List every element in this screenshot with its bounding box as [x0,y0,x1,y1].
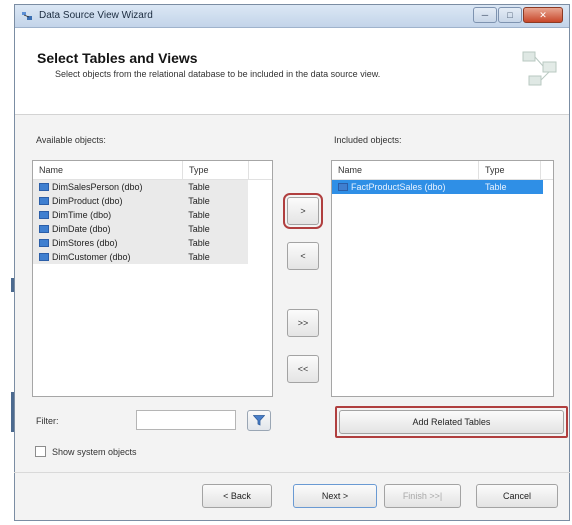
filter-funnel-icon [253,415,265,426]
table-row[interactable]: DimProduct (dbo) Table [33,194,248,208]
footer-divider [14,472,570,473]
page-title: Select Tables and Views [37,50,198,66]
row-type: Table [188,182,210,192]
back-button[interactable]: < Back [202,484,272,508]
finish-button[interactable]: Finish >>| [384,484,461,508]
row-name: FactProductSales (dbo) [351,182,446,192]
row-name: DimDate (dbo) [52,224,111,234]
available-rows: DimSalesPerson (dbo) Table DimProduct (dbo… [33,180,248,264]
table-icon [39,211,49,219]
column-header-type[interactable]: Type [479,161,541,179]
column-header-name[interactable]: Name [332,161,479,179]
window-title: Data Source View Wizard [39,10,153,21]
included-list-header: Name Type [332,161,553,180]
row-name-cell: DimProduct (dbo) [33,196,182,206]
row-name: DimStores (dbo) [52,238,118,248]
background-window-edge [0,20,14,525]
table-icon [39,183,49,191]
row-name-cell: DimDate (dbo) [33,224,182,234]
cancel-button[interactable]: Cancel [476,484,558,508]
available-objects-label: Available objects: [36,135,106,145]
row-name-cell: DimSalesPerson (dbo) [33,182,182,192]
table-row[interactable]: FactProductSales (dbo) Table [332,180,543,194]
available-list-header: Name Type [33,161,272,180]
row-type: Table [188,210,210,220]
row-type: Table [188,238,210,248]
row-name-cell: FactProductSales (dbo) [332,182,479,192]
show-system-objects-label: Show system objects [52,447,137,457]
table-icon [39,253,49,261]
table-row[interactable]: DimStores (dbo) Table [33,236,248,250]
show-system-objects-checkbox[interactable] [35,446,46,457]
row-name: DimCustomer (dbo) [52,252,131,262]
table-icon [338,183,348,191]
table-icon [39,197,49,205]
table-row[interactable]: DimTime (dbo) Table [33,208,248,222]
maximize-button[interactable]: □ [498,7,522,23]
included-objects-list[interactable]: Name Type FactProductSales (dbo) Table [331,160,554,397]
table-row[interactable]: DimSalesPerson (dbo) Table [33,180,248,194]
included-rows: FactProductSales (dbo) Table [332,180,543,194]
table-row[interactable]: DimDate (dbo) Table [33,222,248,236]
column-header-type[interactable]: Type [183,161,249,179]
table-icon [39,239,49,247]
minimize-icon: ─ [481,10,489,20]
row-type: Table [485,182,507,192]
close-button[interactable]: ✕ [523,7,563,23]
data-source-graphic-icon [522,51,557,86]
title-bar[interactable]: Data Source View Wizard ─ □ ✕ [15,5,569,28]
maximize-icon: □ [507,10,513,20]
minimize-button[interactable]: ─ [473,7,497,23]
column-header-name[interactable]: Name [33,161,183,179]
add-all-button[interactable]: >> [287,309,319,337]
add-related-tables-button[interactable]: Add Related Tables [339,410,564,434]
row-name-cell: DimCustomer (dbo) [33,252,182,262]
table-icon [39,225,49,233]
row-type: Table [188,196,210,206]
row-name-cell: DimTime (dbo) [33,210,182,220]
row-name: DimTime (dbo) [52,210,112,220]
available-objects-list[interactable]: Name Type DimSalesPerson (dbo) Table DimPr… [32,160,273,397]
row-name-cell: DimStores (dbo) [33,238,182,248]
filter-input[interactable] [136,410,236,430]
page-subtitle: Select objects from the relational datab… [55,69,381,79]
apply-filter-button[interactable] [247,410,271,431]
included-objects-label: Included objects: [334,135,402,145]
wizard-header: Select Tables and Views Select objects f… [15,28,569,115]
remove-selected-button[interactable]: < [287,242,319,270]
window-controls: ─ □ ✕ [472,7,563,24]
add-selected-button[interactable]: > [283,193,323,229]
close-icon: ✕ [539,9,547,20]
row-name: DimProduct (dbo) [52,196,123,206]
filter-label: Filter: [36,416,59,426]
row-type: Table [188,224,210,234]
row-name: DimSalesPerson (dbo) [52,182,143,192]
table-row[interactable]: DimCustomer (dbo) Table [33,250,248,264]
next-button[interactable]: Next > [293,484,377,508]
row-type: Table [188,252,210,262]
wizard-app-icon [22,12,32,20]
remove-all-button[interactable]: << [287,355,319,383]
